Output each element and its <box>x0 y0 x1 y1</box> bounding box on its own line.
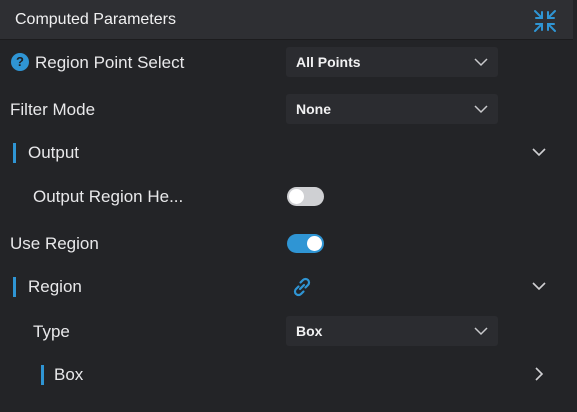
row-filter-mode: Filter Mode None <box>0 88 573 132</box>
filter-mode-label: Filter Mode <box>10 100 96 119</box>
collapse-button[interactable] <box>531 7 559 35</box>
filter-mode-dropdown[interactable]: None <box>286 94 498 124</box>
computed-parameters-panel: Computed Parameters ? Region Point Selec… <box>0 0 577 412</box>
type-value: Box <box>296 323 323 339</box>
region-section-label: Region <box>28 277 82 296</box>
region-point-select-label: Region Point Select <box>35 53 185 72</box>
row-type: Type Box <box>0 310 573 354</box>
chevron-down-icon <box>474 105 488 114</box>
use-region-label: Use Region <box>10 234 99 253</box>
row-use-region: Use Region <box>0 222 573 266</box>
section-accent-bar <box>41 365 44 385</box>
chevron-right-icon[interactable] <box>531 367 547 381</box>
collapse-arrows-icon <box>534 10 556 32</box>
chevron-down-icon[interactable] <box>531 279 547 293</box>
chevron-down-icon <box>474 58 488 67</box>
section-output[interactable]: Output <box>0 131 573 175</box>
panel-title: Computed Parameters <box>15 11 176 28</box>
help-icon[interactable]: ? <box>11 53 29 71</box>
region-point-select-value: All Points <box>296 54 361 70</box>
output-section-label: Output <box>28 143 80 162</box>
type-label: Type <box>33 322 70 341</box>
section-accent-bar <box>13 277 16 297</box>
link-icon[interactable] <box>290 275 314 299</box>
output-region-height-toggle[interactable] <box>287 187 324 206</box>
row-region-point-select: ? Region Point Select All Points <box>0 41 573 85</box>
row-output-region-height: Output Region He... <box>0 175 573 219</box>
output-region-height-label: Output Region He... <box>33 187 184 206</box>
box-section-label: Box <box>54 365 84 384</box>
toggle-knob <box>289 189 304 204</box>
filter-mode-value: None <box>296 101 331 117</box>
toggle-knob <box>307 236 322 251</box>
section-accent-bar <box>13 143 16 163</box>
chevron-down-icon[interactable] <box>531 145 547 159</box>
use-region-toggle[interactable] <box>287 234 324 253</box>
panel-header: Computed Parameters <box>0 0 573 40</box>
section-box[interactable]: Box <box>0 353 573 397</box>
section-region[interactable]: Region <box>0 265 573 309</box>
region-point-select-dropdown[interactable]: All Points <box>286 47 498 77</box>
type-dropdown[interactable]: Box <box>286 316 498 346</box>
chevron-down-icon <box>474 327 488 336</box>
